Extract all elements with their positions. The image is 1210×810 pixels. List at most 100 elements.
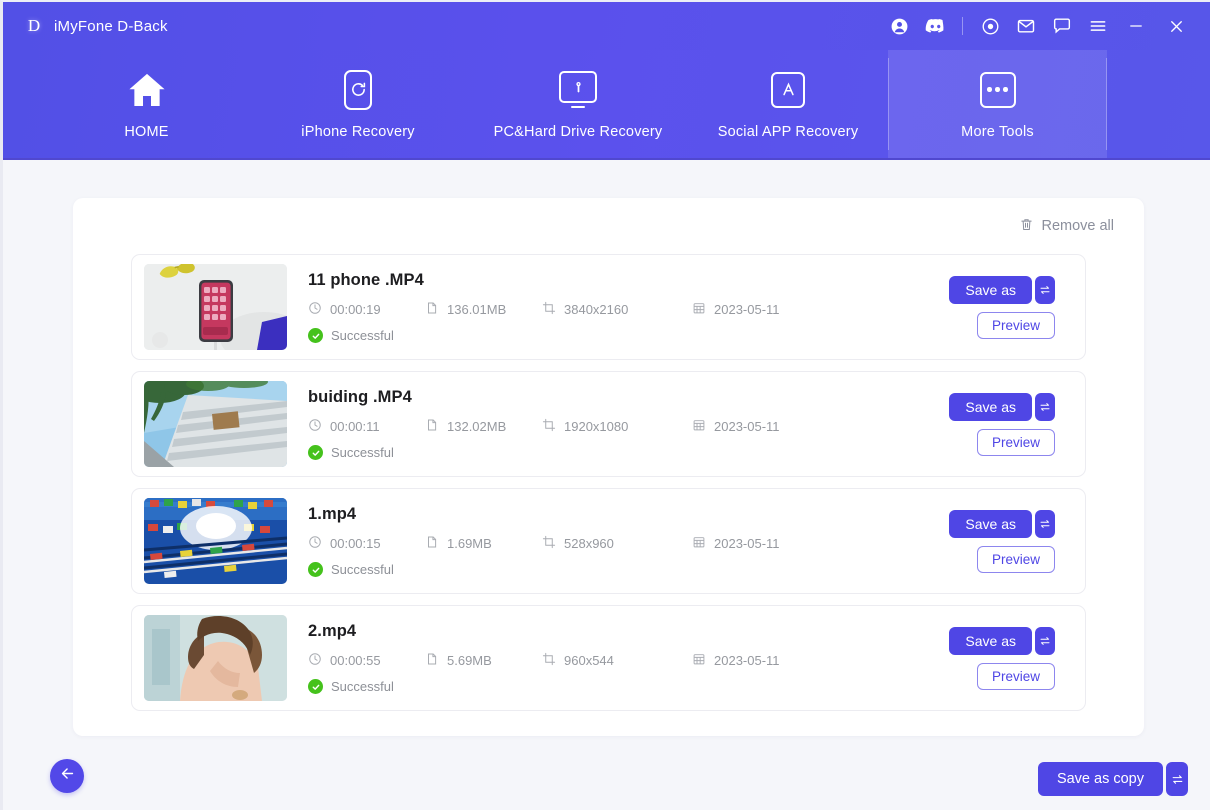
nav-label-pc-recovery: PC&Hard Drive Recovery [493, 123, 663, 140]
meta-date: 2023-05-11 [692, 652, 780, 669]
meta-date: 2023-05-11 [692, 418, 780, 435]
crop-icon [542, 301, 556, 318]
save-as-button[interactable]: Save as [949, 275, 1032, 304]
resolution-value: 1920x1080 [564, 419, 629, 434]
save-as-split: Save as [949, 275, 1055, 304]
duration-value: 00:00:19 [330, 302, 381, 317]
file-icon [425, 535, 439, 552]
nav-left-spacer [3, 50, 45, 158]
row-actions: Save as Preview [949, 275, 1055, 339]
thumbnail-blue-flags [144, 498, 287, 584]
menu-icon[interactable] [1080, 8, 1116, 44]
ellipsis-icon [979, 69, 1016, 111]
save-as-button[interactable]: Save as [949, 626, 1032, 655]
row-actions: Save as Preview [949, 392, 1055, 456]
meta-resolution: 3840x2160 [542, 301, 692, 318]
meta-date: 2023-05-11 [692, 535, 780, 552]
file-name: 2.mp4 [308, 622, 357, 640]
app-window: D iMyFone D-Back HOME iPhone Recovery PC… [0, 0, 1210, 810]
nav-label-iphone-recovery: iPhone Recovery [301, 123, 415, 140]
save-as-copy-split: Save as copy [1037, 762, 1188, 796]
meta-size: 132.02MB [425, 418, 542, 435]
nav-item-social-recovery[interactable]: Social APP Recovery [688, 50, 888, 158]
nav-label-home: HOME [124, 123, 169, 140]
file-list: 11 phone .MP4 00:00:19 136.01MB 3840x216… [73, 254, 1144, 711]
save-as-copy-button[interactable]: Save as copy [1037, 762, 1163, 796]
minimize-icon[interactable] [1116, 8, 1156, 44]
nav-item-home[interactable]: HOME [45, 50, 248, 158]
title-bar: D iMyFone D-Back [3, 2, 1210, 50]
table-row[interactable]: 11 phone .MP4 00:00:19 136.01MB 3840x216… [131, 254, 1086, 360]
date-value: 2023-05-11 [714, 536, 780, 551]
row-actions: Save as Preview [949, 509, 1055, 573]
duration-value: 00:00:55 [330, 653, 381, 668]
check-icon [308, 328, 323, 343]
row-info: 1.mp4 00:00:15 1.69MB 528x960 2023-05-11… [308, 505, 949, 577]
arrow-left-icon [59, 765, 76, 787]
home-icon [126, 69, 168, 111]
preview-button[interactable]: Preview [976, 428, 1055, 456]
calendar-icon [692, 535, 706, 552]
preview-button[interactable]: Preview [976, 311, 1055, 339]
swap-arrows-icon[interactable] [1035, 509, 1055, 538]
back-button[interactable] [50, 759, 84, 793]
brand: D iMyFone D-Back [23, 15, 168, 37]
table-row[interactable]: 1.mp4 00:00:15 1.69MB 528x960 2023-05-11… [131, 488, 1086, 594]
swap-arrows-icon[interactable] [1166, 762, 1188, 796]
calendar-icon [692, 301, 706, 318]
meta-resolution: 1920x1080 [542, 418, 692, 435]
thumbnail-phone-on-desk [144, 264, 287, 350]
panel-header: Remove all [73, 198, 1144, 254]
size-value: 5.69MB [447, 653, 492, 668]
nav-item-iphone-recovery[interactable]: iPhone Recovery [248, 50, 468, 158]
save-as-button[interactable]: Save as [949, 392, 1032, 421]
meta-duration: 00:00:15 [308, 535, 425, 552]
row-info: buiding .MP4 00:00:11 132.02MB 1920x1080… [308, 388, 949, 460]
nav-item-more-tools[interactable]: More Tools [888, 50, 1107, 158]
app-store-icon [771, 69, 805, 111]
swap-arrows-icon[interactable] [1035, 626, 1055, 655]
clock-icon [308, 535, 322, 552]
file-name: buiding .MP4 [308, 388, 412, 406]
resolution-value: 528x960 [564, 536, 614, 551]
thumbnail-building-facade [144, 381, 287, 467]
table-row[interactable]: 2.mp4 00:00:55 5.69MB 960x544 2023-05-11… [131, 605, 1086, 711]
table-row[interactable]: buiding .MP4 00:00:11 132.02MB 1920x1080… [131, 371, 1086, 477]
swap-arrows-icon[interactable] [1035, 392, 1055, 421]
crop-icon [542, 535, 556, 552]
preview-button[interactable]: Preview [976, 545, 1055, 573]
thumbnail-portrait-woman [144, 615, 287, 701]
status-badge: Successful [308, 445, 949, 460]
save-as-button[interactable]: Save as [949, 509, 1032, 538]
save-as-split: Save as [949, 509, 1055, 538]
swap-arrows-icon[interactable] [1035, 275, 1055, 304]
target-icon[interactable] [972, 8, 1008, 44]
close-icon[interactable] [1156, 8, 1196, 44]
check-icon [308, 562, 323, 577]
size-value: 132.02MB [447, 419, 507, 434]
duration-value: 00:00:11 [330, 419, 380, 434]
save-as-split: Save as [949, 626, 1055, 655]
meta-size: 136.01MB [425, 301, 542, 318]
discord-icon[interactable] [917, 8, 953, 44]
remove-all-button[interactable]: Remove all [1019, 217, 1114, 236]
account-icon[interactable] [881, 8, 917, 44]
monitor-key-icon [559, 69, 597, 111]
nav-label-more-tools: More Tools [961, 123, 1034, 140]
preview-button[interactable]: Preview [976, 662, 1055, 690]
chat-icon[interactable] [1044, 8, 1080, 44]
duration-value: 00:00:15 [330, 536, 381, 551]
status-badge: Successful [308, 328, 949, 343]
calendar-icon [692, 418, 706, 435]
file-name: 11 phone .MP4 [308, 271, 424, 289]
size-value: 136.01MB [447, 302, 507, 317]
mail-icon[interactable] [1008, 8, 1044, 44]
app-logo: D [27, 16, 41, 35]
save-as-split: Save as [949, 392, 1055, 421]
nav-item-pc-recovery[interactable]: PC&Hard Drive Recovery [468, 50, 688, 158]
titlebar-controls [881, 8, 1196, 44]
crop-icon [542, 652, 556, 669]
file-meta: 00:00:15 1.69MB 528x960 2023-05-11 [308, 535, 949, 552]
main-nav: HOME iPhone Recovery PC&Hard Drive Recov… [3, 50, 1210, 160]
file-meta: 00:00:11 132.02MB 1920x1080 2023-05-11 [308, 418, 949, 435]
